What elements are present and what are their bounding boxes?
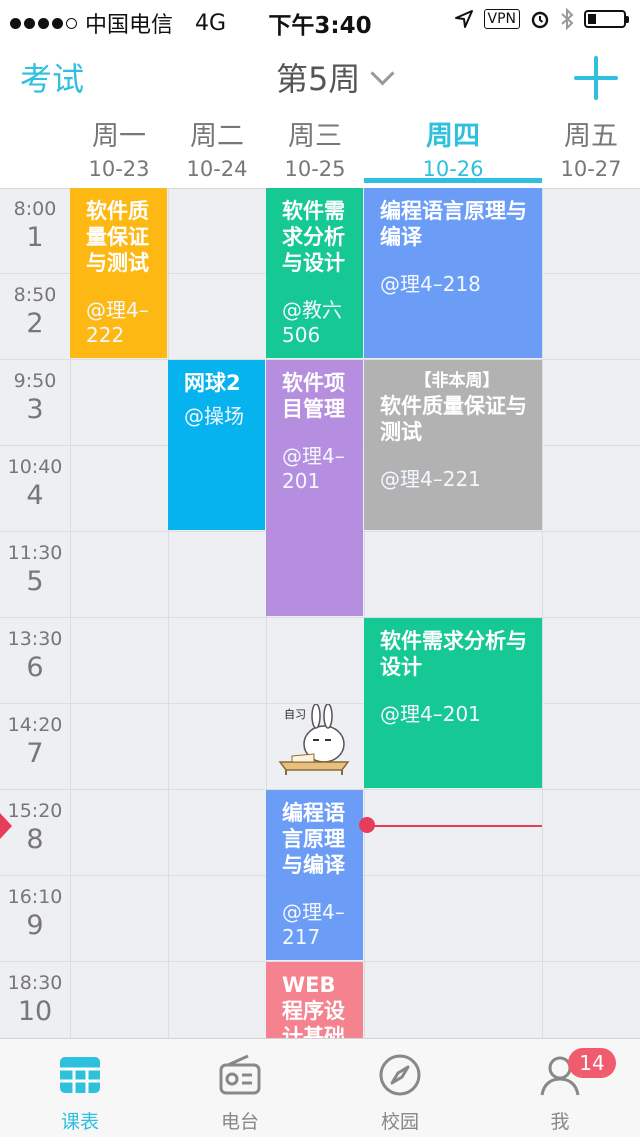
add-course-button[interactable]: [574, 56, 618, 100]
course-location: @操场: [184, 404, 244, 428]
course-card[interactable]: 软件质量保证与测试 @理4–222: [70, 188, 167, 358]
course-name: 软件质量保证与测试: [86, 199, 149, 275]
status-bar: 中国电信 4G 下午3:40 VPN: [0, 0, 640, 40]
timetable-grid[interactable]: 8:00 1 8:50 2 9:50 3 10:40 4 11:30 5 13:30 6 1…: [0, 188, 640, 1038]
day-thursday[interactable]: 周四 10-26: [364, 112, 542, 181]
day-date: 10-27: [560, 157, 622, 181]
course-name: 编程语言原理与编译: [282, 801, 345, 877]
tab-me[interactable]: 我: [480, 1039, 640, 1137]
time-slot: 14:20 7: [7, 714, 63, 769]
course-location: @理4–201: [282, 444, 345, 493]
alarm-icon: [531, 11, 549, 29]
notification-badge: 14: [568, 1048, 616, 1078]
time-slot: 18:30 10: [7, 972, 63, 1027]
course-card[interactable]: WEB程序设计基础: [266, 962, 363, 1038]
exam-button[interactable]: 考试: [20, 54, 84, 100]
col-divider: [542, 188, 543, 1038]
day-date: 10-24: [186, 157, 248, 181]
location-icon: [454, 10, 473, 28]
vpn-badge: VPN: [483, 9, 520, 29]
course-location: @理4–217: [282, 900, 345, 949]
day-header: 周一 10-23 周二 10-24 周三 10-25 周四 10-26 周五 1…: [0, 112, 640, 189]
course-name: 软件需求分析与设计: [282, 199, 345, 275]
battery-icon: [584, 10, 629, 28]
day-friday[interactable]: 周五 10-27: [542, 112, 640, 181]
course-location: @理4–201: [380, 702, 481, 726]
bunny-label-1: 自习: [284, 708, 306, 721]
course-location: @理4–221: [380, 467, 481, 491]
col-divider: [168, 188, 169, 1038]
course-card-not-this-week[interactable]: 【非本周】 软件质量保证与测试 @理4–221: [364, 360, 542, 530]
tab-timetable[interactable]: 课表: [0, 1039, 160, 1137]
course-card[interactable]: 编程语言原理与编译 @理4–218: [364, 188, 542, 358]
course-location: @教六506: [282, 298, 342, 347]
time-slot: 8:00 1: [13, 198, 57, 253]
row-divider: [0, 617, 640, 618]
time-slot: 9:50 3: [13, 370, 57, 425]
course-name: 编程语言原理与编译: [380, 199, 527, 249]
tab-campus[interactable]: 校园: [320, 1039, 480, 1137]
day-date: 10-23: [88, 157, 150, 181]
bunny-study-icon[interactable]: 自习: [278, 704, 352, 776]
timetable-icon: [60, 1057, 100, 1093]
course-name: 软件需求分析与设计: [380, 629, 527, 679]
current-time-dot: [359, 817, 375, 833]
day-weekday: 周三: [288, 121, 342, 152]
bluetooth-icon: [561, 8, 574, 30]
not-this-week-tag: 【非本周】: [414, 371, 500, 391]
radio-icon: [219, 1054, 261, 1095]
tab-label: 电台: [220, 1111, 259, 1133]
day-weekday: 周二: [190, 121, 244, 152]
course-card[interactable]: 软件项目管理 @理4–201: [266, 360, 363, 616]
tab-radio[interactable]: 电台: [160, 1039, 320, 1137]
course-card[interactable]: 软件需求分析与设计 @理4–201: [364, 618, 542, 788]
today-indicator: [364, 178, 542, 183]
day-tuesday[interactable]: 周二 10-24: [168, 112, 266, 181]
course-card[interactable]: 编程语言原理与编译 @理4–217: [266, 790, 363, 960]
course-location: @理4–222: [86, 298, 149, 347]
course-name: 网球2: [184, 371, 241, 395]
course-location: @理4–218: [380, 272, 481, 296]
day-wednesday[interactable]: 周三 10-25: [266, 112, 364, 181]
nav-bar: 考试 第5周: [0, 40, 640, 112]
time-slot: 16:10 9: [7, 886, 63, 941]
tab-bar: 课表 电台 校园 我: [0, 1038, 640, 1137]
tab-label: 我: [550, 1111, 570, 1133]
day-weekday: 周一: [92, 121, 146, 152]
day-weekday: 周四: [426, 121, 480, 152]
current-time-line: [368, 825, 542, 827]
course-card[interactable]: 软件需求分析与设计 @教六506: [266, 188, 363, 358]
compass-icon: [379, 1054, 421, 1096]
week-selector[interactable]: 第5周: [276, 54, 395, 100]
time-slot: 13:30 6: [7, 628, 63, 683]
course-name: 软件项目管理: [282, 371, 345, 421]
course-name: WEB程序设计基础: [282, 973, 345, 1038]
course-card[interactable]: 网球2 @操场: [168, 360, 265, 530]
current-time-marker: [0, 813, 12, 839]
course-name: 软件质量保证与测试: [380, 394, 527, 444]
day-date: 10-25: [284, 157, 346, 181]
week-title: 第5周: [276, 60, 361, 98]
day-monday[interactable]: 周一 10-23: [70, 112, 168, 181]
status-right: VPN: [454, 8, 629, 30]
tab-label: 课表: [60, 1111, 99, 1133]
day-weekday: 周五: [564, 121, 618, 152]
chevron-down-icon: [370, 60, 395, 86]
time-slot: 11:30 5: [7, 542, 63, 597]
time-slot: 8:50 2: [13, 284, 57, 339]
tab-label: 校园: [380, 1111, 419, 1133]
time-slot: 10:40 4: [7, 456, 63, 511]
